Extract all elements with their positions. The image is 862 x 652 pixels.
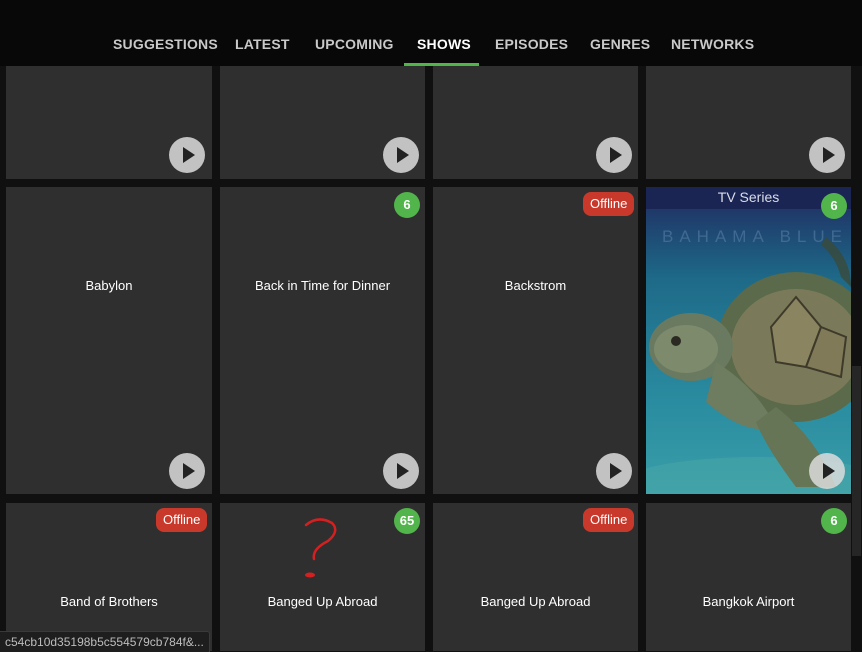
show-card[interactable] (220, 66, 425, 179)
show-card-bahama-blue[interactable]: TV Series BAHAMA BLUE 6 (646, 187, 851, 494)
offline-badge: Offline (583, 192, 635, 216)
episode-count-badge: 6 (821, 508, 847, 534)
tab-networks[interactable]: NETWORKS (671, 36, 754, 52)
show-card-bangkok-airport[interactable]: 6 Bangkok Airport (646, 503, 851, 651)
scrollbar-thumb[interactable] (852, 366, 861, 556)
show-title: Banged Up Abroad (480, 594, 591, 609)
show-card-band-of-brothers[interactable]: Offline Band of Brothers (6, 503, 212, 651)
tab-latest[interactable]: LATEST (235, 36, 290, 52)
show-title: Bangkok Airport (702, 594, 795, 609)
show-card-banged-up-abroad-2[interactable]: Offline Banged Up Abroad (433, 503, 638, 651)
show-title: Backstrom (504, 278, 567, 293)
question-mark-annotation (304, 518, 337, 578)
play-button[interactable] (596, 453, 632, 489)
play-button[interactable] (383, 137, 419, 173)
shows-grid: Babylon 6 Back in Time for Dinner Offlin… (0, 0, 862, 651)
episode-count-badge: 6 (394, 192, 420, 218)
show-title: Back in Time for Dinner (254, 278, 391, 293)
tab-suggestions[interactable]: SUGGESTIONS (113, 36, 218, 52)
tab-genres[interactable]: GENRES (590, 36, 650, 52)
scrollbar[interactable] (851, 66, 862, 651)
episode-count-badge: 6 (821, 193, 847, 219)
active-tab-indicator (404, 63, 479, 66)
tab-episodes[interactable]: EPISODES (495, 36, 568, 52)
play-button[interactable] (169, 453, 205, 489)
offline-badge: Offline (156, 508, 208, 532)
offline-badge: Offline (583, 508, 635, 532)
play-button[interactable] (169, 137, 205, 173)
show-card[interactable] (646, 66, 851, 179)
show-title: Band of Brothers (60, 594, 158, 609)
play-button[interactable] (383, 453, 419, 489)
play-button[interactable] (809, 453, 845, 489)
tab-upcoming[interactable]: UPCOMING (315, 36, 394, 52)
show-card[interactable] (433, 66, 638, 179)
show-card-banged-up-abroad[interactable]: 65 Banged Up Abroad (220, 503, 425, 651)
tab-shows[interactable]: SHOWS (417, 36, 471, 52)
show-card-back-in-time[interactable]: 6 Back in Time for Dinner (220, 187, 425, 494)
show-title: Banged Up Abroad (267, 594, 378, 609)
play-button[interactable] (809, 137, 845, 173)
link-url-preview: c54cb10d35198b5c554579cb784f&... (0, 631, 210, 652)
show-title: Babylon (85, 278, 133, 293)
play-button[interactable] (596, 137, 632, 173)
poster-brand: BAHAMA BLUE (662, 227, 848, 246)
show-card[interactable] (6, 66, 212, 179)
show-card-backstrom[interactable]: Offline Backstrom (433, 187, 638, 494)
episode-count-badge: 65 (394, 508, 420, 534)
top-navigation: SUGGESTIONS LATEST UPCOMING SHOWS EPISOD… (0, 0, 862, 66)
show-card-babylon[interactable]: Babylon (6, 187, 212, 494)
